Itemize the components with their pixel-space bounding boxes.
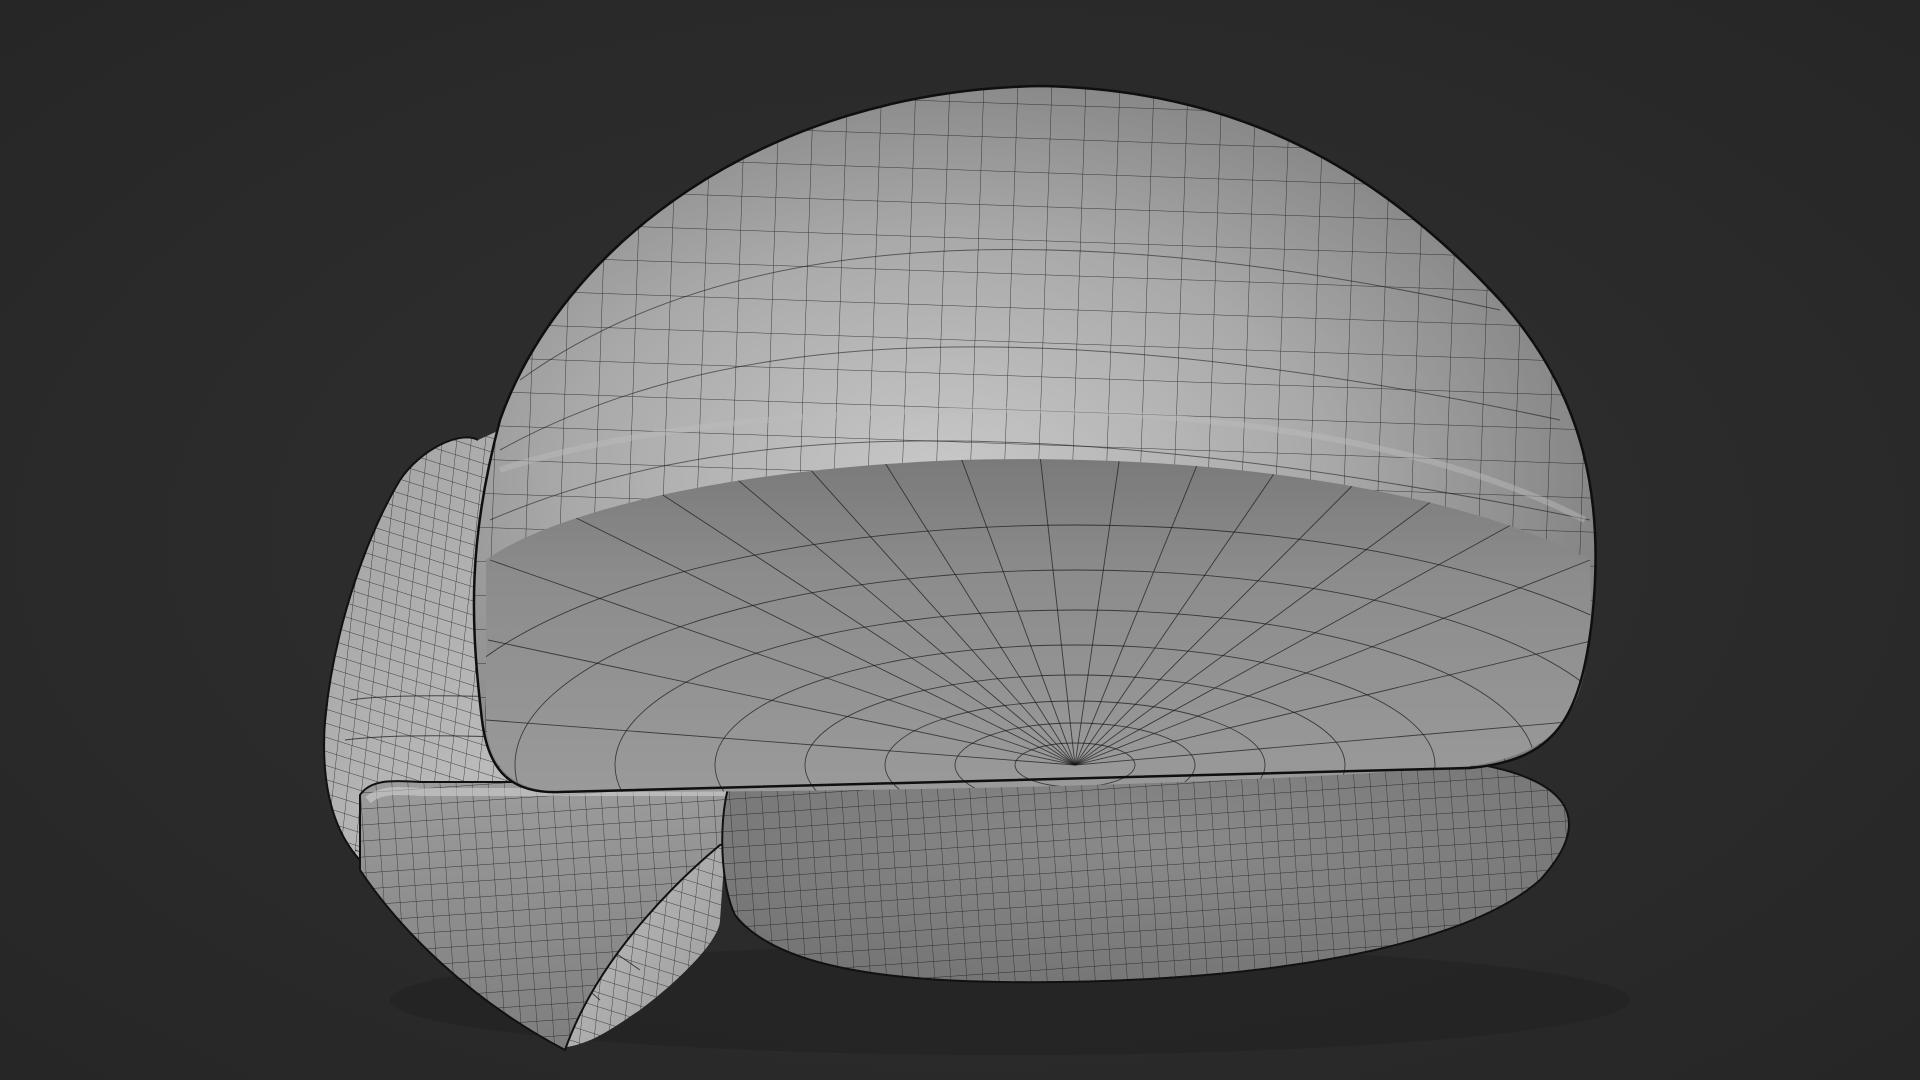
3d-viewport[interactable] [0,0,1920,1080]
viewport-render[interactable] [0,0,1920,1080]
